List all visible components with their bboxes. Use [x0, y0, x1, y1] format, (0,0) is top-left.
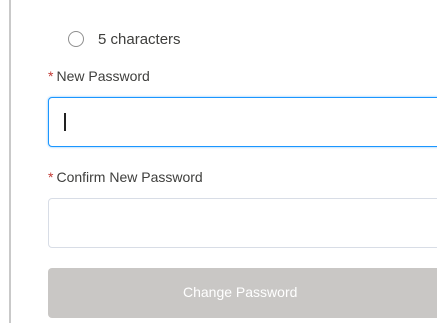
text-cursor [64, 113, 66, 131]
confirm-password-input[interactable] [48, 198, 437, 248]
requirement-item: 5 characters [68, 28, 181, 50]
new-password-label: * New Password [48, 68, 150, 84]
change-password-button-label: Change Password [183, 284, 298, 300]
required-marker: * [48, 68, 54, 84]
requirement-status-circle-icon [68, 31, 84, 47]
change-password-panel: 5 characters * New Password * Confirm New … [0, 0, 437, 323]
new-password-input[interactable] [48, 97, 437, 147]
new-password-label-text: New Password [56, 68, 150, 84]
confirm-password-label: * Confirm New Password [48, 169, 203, 185]
required-marker: * [48, 169, 54, 185]
panel-border [9, 0, 11, 323]
change-password-button[interactable]: Change Password [48, 268, 437, 318]
confirm-password-label-text: Confirm New Password [56, 169, 203, 185]
requirement-text: 5 characters [98, 30, 181, 48]
